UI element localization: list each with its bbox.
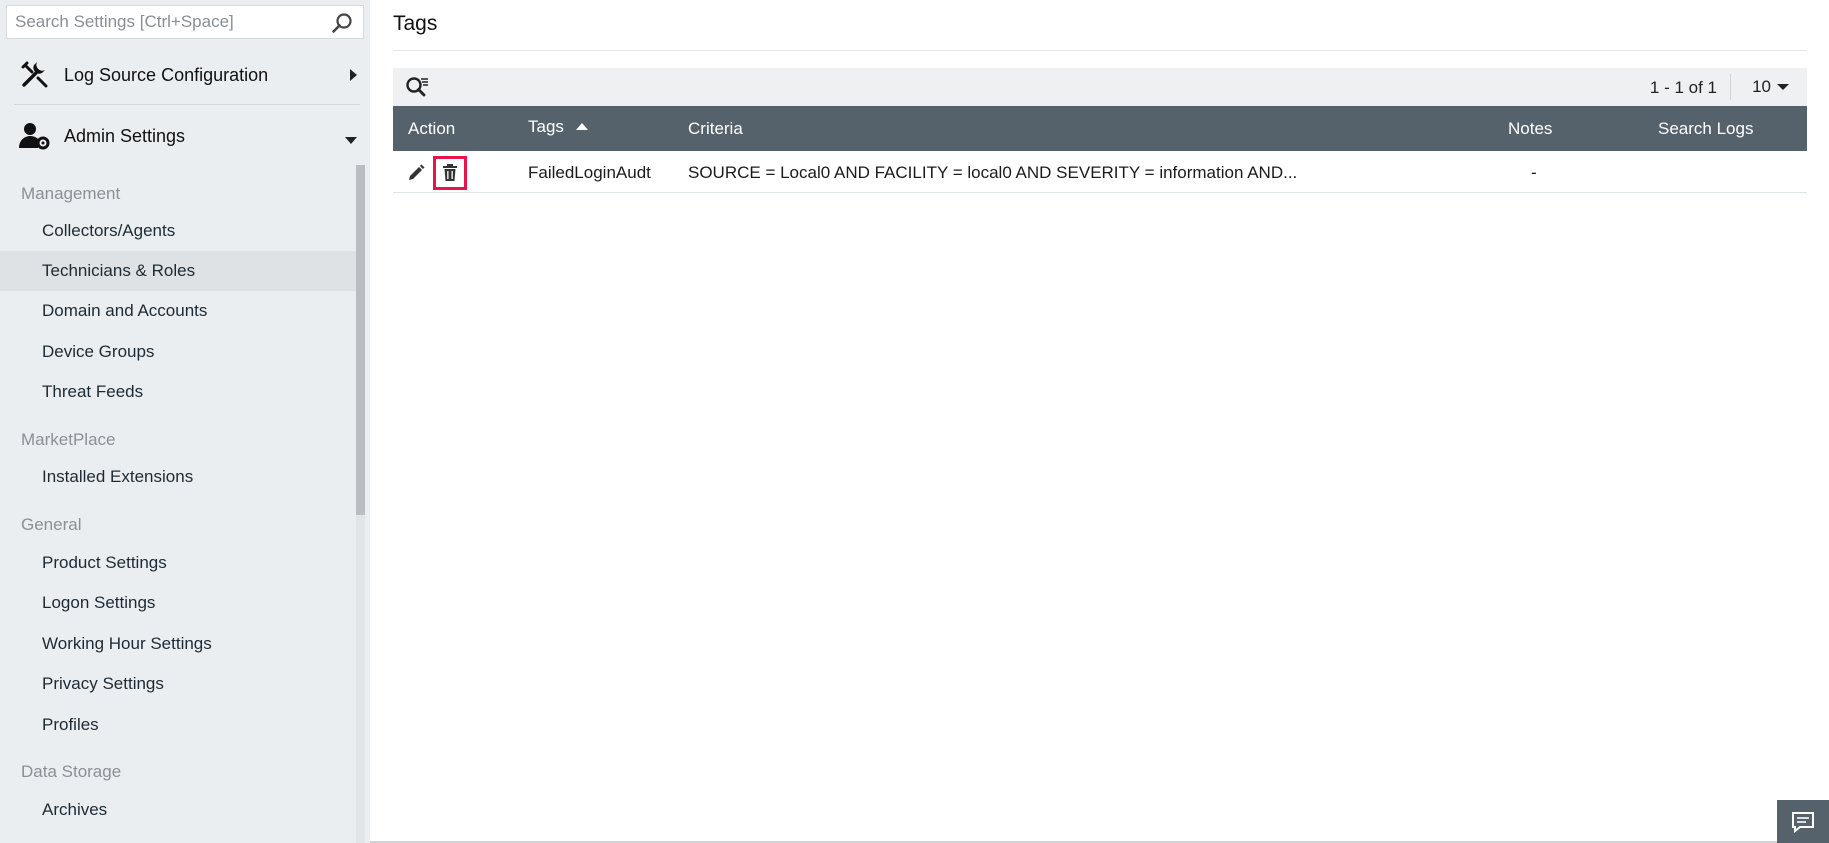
section-heading-data-storage: Data Storage [21,762,122,781]
settings-search-box[interactable] [6,5,364,39]
table-header: Action Tags Criteria Notes Search Logs [393,106,1807,151]
trash-icon [443,164,457,181]
sidebar-item-logon-settings[interactable]: Logon Settings [0,583,356,623]
pager-divider [1730,74,1731,100]
sidebar-scrollbar-thumb[interactable] [356,165,365,515]
sidebar-item-profiles[interactable]: Profiles [0,705,356,745]
criteria-cell: SOURCE = Local0 AND FACILITY = local0 AN… [688,163,1298,182]
nav-label: Log Source Configuration [64,64,269,85]
nav-admin-settings[interactable]: Admin Settings [0,107,370,165]
pagination-range: 1 - 1 of 1 [1649,78,1717,97]
sidebar-item-threat-feeds[interactable]: Threat Feeds [0,372,356,412]
sidebar-item-device-groups[interactable]: Device Groups [0,332,356,372]
section-heading-marketplace: MarketPlace [21,430,116,449]
column-header-tags-label: Tags [528,117,564,136]
section-heading-management: Management [21,184,121,203]
table-toolbar: 1 - 1 of 1 10 [393,68,1807,106]
sidebar-item-collectors-agents[interactable]: Collectors/Agents [0,211,356,251]
column-header-tags[interactable]: Tags [528,117,588,137]
settings-sidebar: Log Source Configuration Admin Settings … [0,0,370,843]
title-divider [393,50,1807,51]
caret-down-icon [1777,84,1789,90]
caret-right-icon [348,68,358,87]
user-gear-icon [18,119,52,153]
sidebar-item-product-settings[interactable]: Product Settings [0,543,356,583]
tools-icon [18,58,52,92]
column-header-criteria: Criteria [688,119,743,138]
column-header-notes: Notes [1508,119,1553,138]
column-header-action: Action [408,119,456,138]
nav-log-source-configuration[interactable]: Log Source Configuration [0,46,370,104]
section-heading-general: General [21,515,82,534]
notes-cell: - [1531,163,1537,182]
page-title: Tags [393,12,438,35]
sidebar-divider [14,104,360,105]
settings-search-input[interactable] [15,12,335,32]
search-icon[interactable] [331,12,353,39]
search-filter-icon[interactable] [405,76,429,103]
per-page-select[interactable]: 10 [1752,77,1789,97]
sidebar-item-domain-accounts[interactable]: Domain and Accounts [0,291,356,331]
main-content: Tags 1 - 1 of 1 10 Action Tags Criteria … [370,0,1829,843]
edit-pencil-icon[interactable] [407,164,425,187]
chat-icon [1792,811,1814,833]
sidebar-item-technicians-roles[interactable]: Technicians & Roles [0,251,356,291]
delete-button[interactable] [433,156,467,190]
sort-ascending-icon [575,123,588,130]
caret-down-icon [344,132,358,150]
sidebar-item-working-hour-settings[interactable]: Working Hour Settings [0,624,356,664]
table-row: FailedLoginAudt SOURCE = Local0 AND FACI… [393,152,1807,193]
per-page-value: 10 [1752,77,1771,96]
sidebar-item-installed-extensions[interactable]: Installed Extensions [0,457,356,497]
sidebar-item-archives[interactable]: Archives [0,790,356,830]
sidebar-item-privacy-settings[interactable]: Privacy Settings [0,664,356,704]
column-header-search-logs: Search Logs [1658,119,1754,138]
tag-name-cell[interactable]: FailedLoginAudt [528,163,651,183]
nav-label: Admin Settings [64,125,186,146]
chat-button[interactable] [1777,800,1829,843]
